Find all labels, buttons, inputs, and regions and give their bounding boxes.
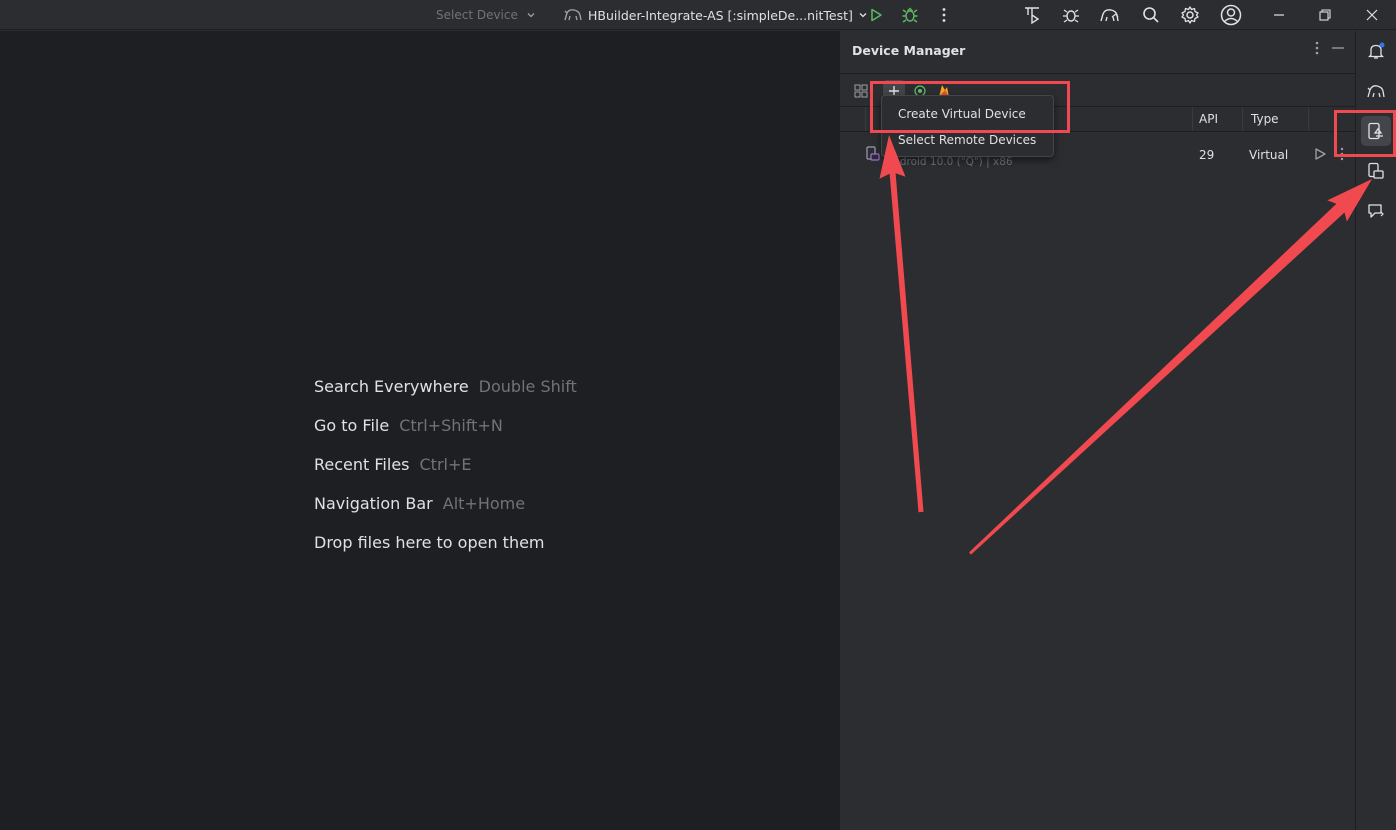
hint-shortcut: Alt+Home <box>442 494 526 513</box>
editor-hint: Search Everywhere Double Shift <box>314 367 577 406</box>
group-devices-icon[interactable] <box>850 80 872 102</box>
gradle-elephant-icon[interactable] <box>1361 76 1391 106</box>
menu-item-create-virtual-device[interactable]: Create Virtual Device <box>882 101 1053 127</box>
run-configuration-dropdown[interactable]: HBuilder-Integrate-AS [:simpleDe...nitTe… <box>563 0 868 30</box>
editor-hint: Drop files here to open them <box>314 523 577 562</box>
start-device-icon[interactable] <box>1313 147 1327 164</box>
debug-icon[interactable] <box>895 0 925 30</box>
right-tool-strip <box>1355 31 1396 830</box>
gear-icon[interactable] <box>1175 0 1205 30</box>
device-api: 29 <box>1199 148 1215 162</box>
restore-icon[interactable] <box>1310 0 1340 30</box>
chevron-down-icon <box>527 13 535 18</box>
hint-shortcut: Double Shift <box>478 377 577 396</box>
hint-action: Navigation Bar <box>314 494 433 513</box>
device-manager-icon[interactable] <box>1361 116 1391 146</box>
profiler-icon[interactable] <box>1017 0 1047 30</box>
hint-shortcut: Ctrl+Shift+N <box>399 416 503 435</box>
gradle-sync-icon[interactable] <box>1095 0 1125 30</box>
menu-item-select-remote-devices[interactable]: Select Remote Devices <box>882 127 1053 153</box>
app-quality-icon[interactable] <box>1361 196 1391 226</box>
hint-action: Recent Files <box>314 455 410 474</box>
minimize-icon[interactable] <box>1264 0 1294 30</box>
add-device-popup-menu: Create Virtual Device Select Remote Devi… <box>881 95 1054 157</box>
device-type: Virtual <box>1249 148 1289 162</box>
account-icon[interactable] <box>1216 0 1246 30</box>
select-device-dropdown[interactable]: Select Device <box>436 0 536 30</box>
column-header-type[interactable]: Type <box>1251 112 1279 126</box>
hint-action: Go to File <box>314 416 390 435</box>
search-icon[interactable] <box>1136 0 1166 30</box>
hint-action: Search Everywhere <box>314 377 469 396</box>
hint-shortcut: Ctrl+E <box>419 455 472 474</box>
editor-hints: Search Everywhere Double Shift Go to File C… <box>314 367 577 562</box>
notifications-icon[interactable] <box>1361 36 1391 66</box>
panel-options-icon[interactable] <box>1315 41 1319 59</box>
panel-title: Device Manager <box>852 43 966 58</box>
bug-sync-icon[interactable] <box>1056 0 1086 30</box>
more-vert-icon[interactable] <box>929 0 959 30</box>
editor-empty-area: Search Everywhere Double Shift Go to File C… <box>0 31 839 830</box>
editor-hint: Go to File Ctrl+Shift+N <box>314 406 577 445</box>
device-subtitle: Android 10.0 ("Q") | x86 <box>886 156 1013 168</box>
editor-hint: Navigation Bar Alt+Home <box>314 484 577 523</box>
running-devices-icon[interactable] <box>1361 156 1391 186</box>
close-icon[interactable] <box>1357 0 1387 30</box>
hint-action: Drop files here to open them <box>314 533 545 552</box>
android-app-icon <box>564 9 582 21</box>
run-icon[interactable] <box>861 0 891 30</box>
editor-hint: Recent Files Ctrl+E <box>314 445 577 484</box>
virtual-device-icon <box>866 146 880 165</box>
run-configuration-label: HBuilder-Integrate-AS [:simpleDe...nitTe… <box>588 7 853 23</box>
device-more-icon[interactable] <box>1340 147 1344 164</box>
title-bar: Select Device HBuilder-Integrate-AS [:si… <box>0 0 1396 30</box>
panel-minimize-icon[interactable] <box>1331 41 1345 59</box>
column-header-api[interactable]: API <box>1199 112 1218 126</box>
select-device-label: Select Device <box>436 8 518 22</box>
